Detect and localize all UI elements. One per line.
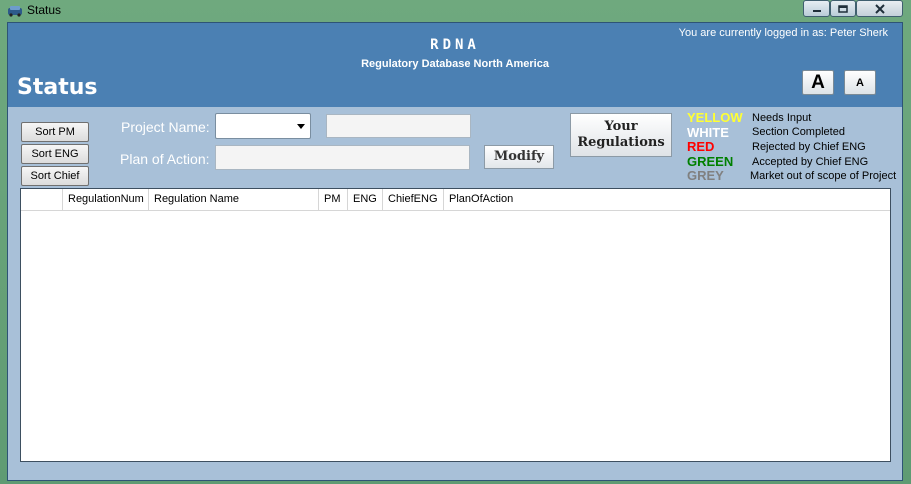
app-icon (7, 4, 23, 17)
your-regulations-button[interactable]: Your Regulations (570, 113, 672, 157)
minimize-button[interactable] (803, 0, 830, 17)
grid-header: RegulationNum Regulation Name PM ENG Chi… (21, 189, 890, 211)
column-header-eng[interactable]: ENG (348, 189, 383, 210)
maximize-button[interactable] (830, 0, 856, 17)
column-header-chief-eng[interactable]: ChiefENG (383, 189, 444, 210)
close-button[interactable] (856, 0, 903, 17)
your-regulations-line2: Regulations (577, 135, 665, 150)
close-icon (874, 3, 885, 14)
sort-pm-button[interactable]: Sort PM (21, 122, 89, 142)
legend-grey: GREY (687, 168, 724, 183)
legend-grey-desc: Market out of scope of Project (750, 170, 897, 182)
project-text-field[interactable] (326, 114, 471, 138)
column-header-plan-of-action[interactable]: PlanOfAction (444, 189, 524, 210)
window-title: Status (27, 3, 62, 17)
modify-button[interactable]: Modify (484, 145, 554, 169)
plan-of-action-field[interactable] (215, 145, 470, 170)
legend-green: GREEN (687, 154, 734, 169)
plan-of-action-label: Plan of Action: (120, 151, 210, 167)
status-window: Status You are currently logged in as: P… (0, 0, 911, 484)
legend-red-desc: Rejected by Chief ENG (752, 141, 866, 153)
legend-white-desc: Section Completed (752, 126, 845, 138)
legend-yellow: YELLOW (687, 110, 743, 125)
font-small-button[interactable]: A (844, 70, 876, 95)
project-name-dropdown[interactable] (215, 113, 311, 139)
legend-white: WHITE (687, 125, 729, 140)
font-large-button[interactable]: A (802, 70, 834, 95)
regulations-grid[interactable]: RegulationNum Regulation Name PM ENG Chi… (20, 188, 891, 462)
row-header-corner (21, 189, 63, 210)
minimize-icon (812, 9, 821, 12)
maximize-icon (838, 4, 848, 13)
column-header-regulation-num[interactable]: RegulationNum (63, 189, 149, 210)
column-header-regulation-name[interactable]: Regulation Name (149, 189, 319, 210)
app-subtitle: Regulatory Database North America (361, 58, 549, 70)
legend-red: RED (687, 139, 715, 154)
project-name-label: Project Name: (121, 119, 210, 135)
client-area: You are currently logged in as: Peter Sh… (7, 22, 903, 481)
title-bar[interactable]: Status (0, 0, 911, 21)
header-banner: You are currently logged in as: Peter Sh… (8, 23, 902, 107)
legend-yellow-desc: Needs Input (752, 112, 812, 124)
your-regulations-line1: Your (604, 119, 638, 134)
sort-eng-button[interactable]: Sort ENG (21, 144, 89, 164)
legend-green-desc: Accepted by Chief ENG (752, 156, 869, 168)
page-title: Status (17, 75, 98, 100)
app-name: RDNA (430, 37, 480, 53)
chevron-down-icon (297, 124, 305, 129)
column-header-pm[interactable]: PM (319, 189, 348, 210)
sort-chief-button[interactable]: Sort Chief (21, 166, 89, 186)
